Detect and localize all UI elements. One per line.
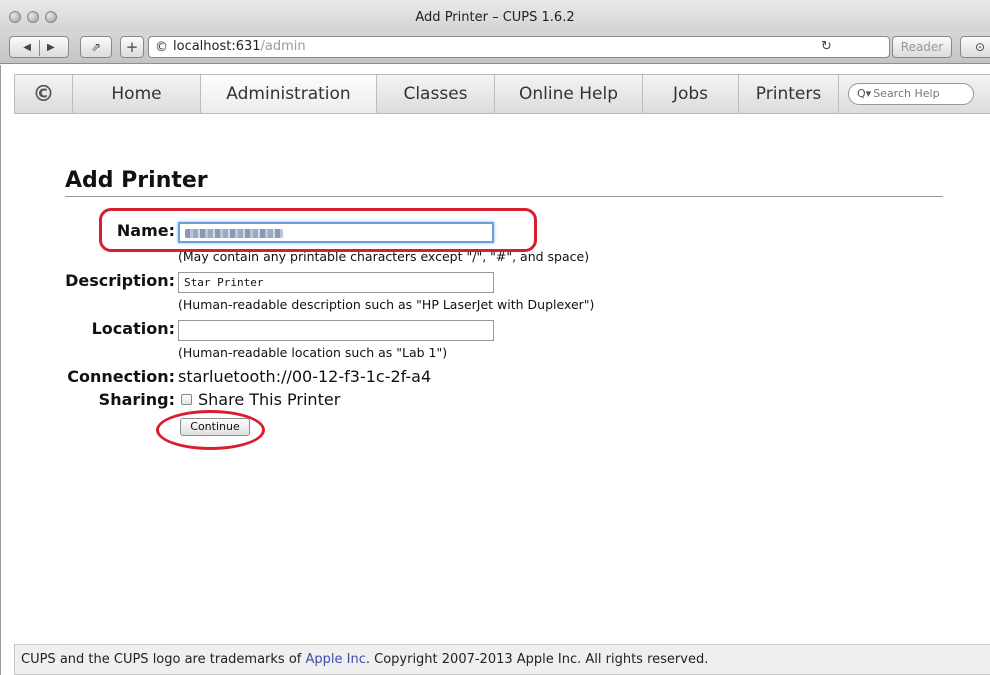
browser-toolbar: ◀ ▶ ⇗ + © localhost:631/admin ↻ Reader ⊙ [0,32,990,64]
connection-label: Connection: [67,367,175,386]
tab-jobs[interactable]: Jobs [643,75,739,113]
title-bar: Add Printer – CUPS 1.6.2 [0,0,990,32]
search-icon: Q▾ [857,87,872,100]
cups-nav-bar: © Home Administration Classes Online Hel… [14,74,990,114]
back-forward-buttons[interactable]: ◀ ▶ [9,36,69,58]
reader-button[interactable]: Reader [892,36,952,58]
back-arrow-icon[interactable]: ◀ [23,42,31,53]
apple-link[interactable]: Apple Inc [305,652,365,667]
description-label: Description: [65,271,175,290]
search-placeholder: Search Help [873,87,940,100]
heading-divider [65,196,943,197]
address-bar[interactable]: © localhost:631/admin ↻ [148,36,890,58]
footer-text-suffix: . Copyright 2007-2013 Apple Inc. All rig… [365,652,709,667]
connection-value: starluetooth://00-12-f3-1c-2f-a4 [178,367,432,386]
plus-icon: + [125,38,139,56]
window-title: Add Printer – CUPS 1.6.2 [415,10,575,25]
description-field[interactable]: Star Printer [178,272,494,293]
cups-favicon-icon: © [155,40,168,55]
name-field-highlight [99,208,537,252]
footer-text-prefix: CUPS and the CUPS logo are trademarks of [21,652,306,667]
location-label: Location: [91,319,175,338]
continue-button-highlight [156,410,265,450]
download-icon: ⊙ [974,40,986,54]
search-help-input[interactable]: Q▾ Search Help [848,83,974,105]
url-path: /admin [260,39,306,54]
location-hint: (Human-readable location such as "Lab 1"… [178,345,448,360]
tab-printers[interactable]: Printers [739,75,839,113]
reload-icon[interactable]: ↻ [821,37,832,57]
sharing-label: Sharing: [98,390,175,409]
share-printer-checkbox[interactable] [181,394,192,405]
url-host: localhost:631 [173,39,261,54]
description-hint: (Human-readable description such as "HP … [178,297,595,312]
page-title: Add Printer [65,168,208,193]
forward-arrow-icon[interactable]: ▶ [47,42,55,53]
tab-classes[interactable]: Classes [377,75,495,113]
downloads-button[interactable]: ⊙ [960,36,990,58]
tab-administration[interactable]: Administration [201,75,377,113]
share-printer-label[interactable]: Share This Printer [198,390,340,409]
share-button[interactable]: ⇗ [80,36,112,58]
cups-logo-icon[interactable]: © [15,75,73,113]
tab-home[interactable]: Home [73,75,201,113]
page-footer: CUPS and the CUPS logo are trademarks of… [14,644,990,675]
tab-online-help[interactable]: Online Help [495,75,643,113]
new-tab-button[interactable]: + [120,36,144,58]
location-field[interactable] [178,320,494,341]
share-icon: ⇗ [90,40,102,54]
